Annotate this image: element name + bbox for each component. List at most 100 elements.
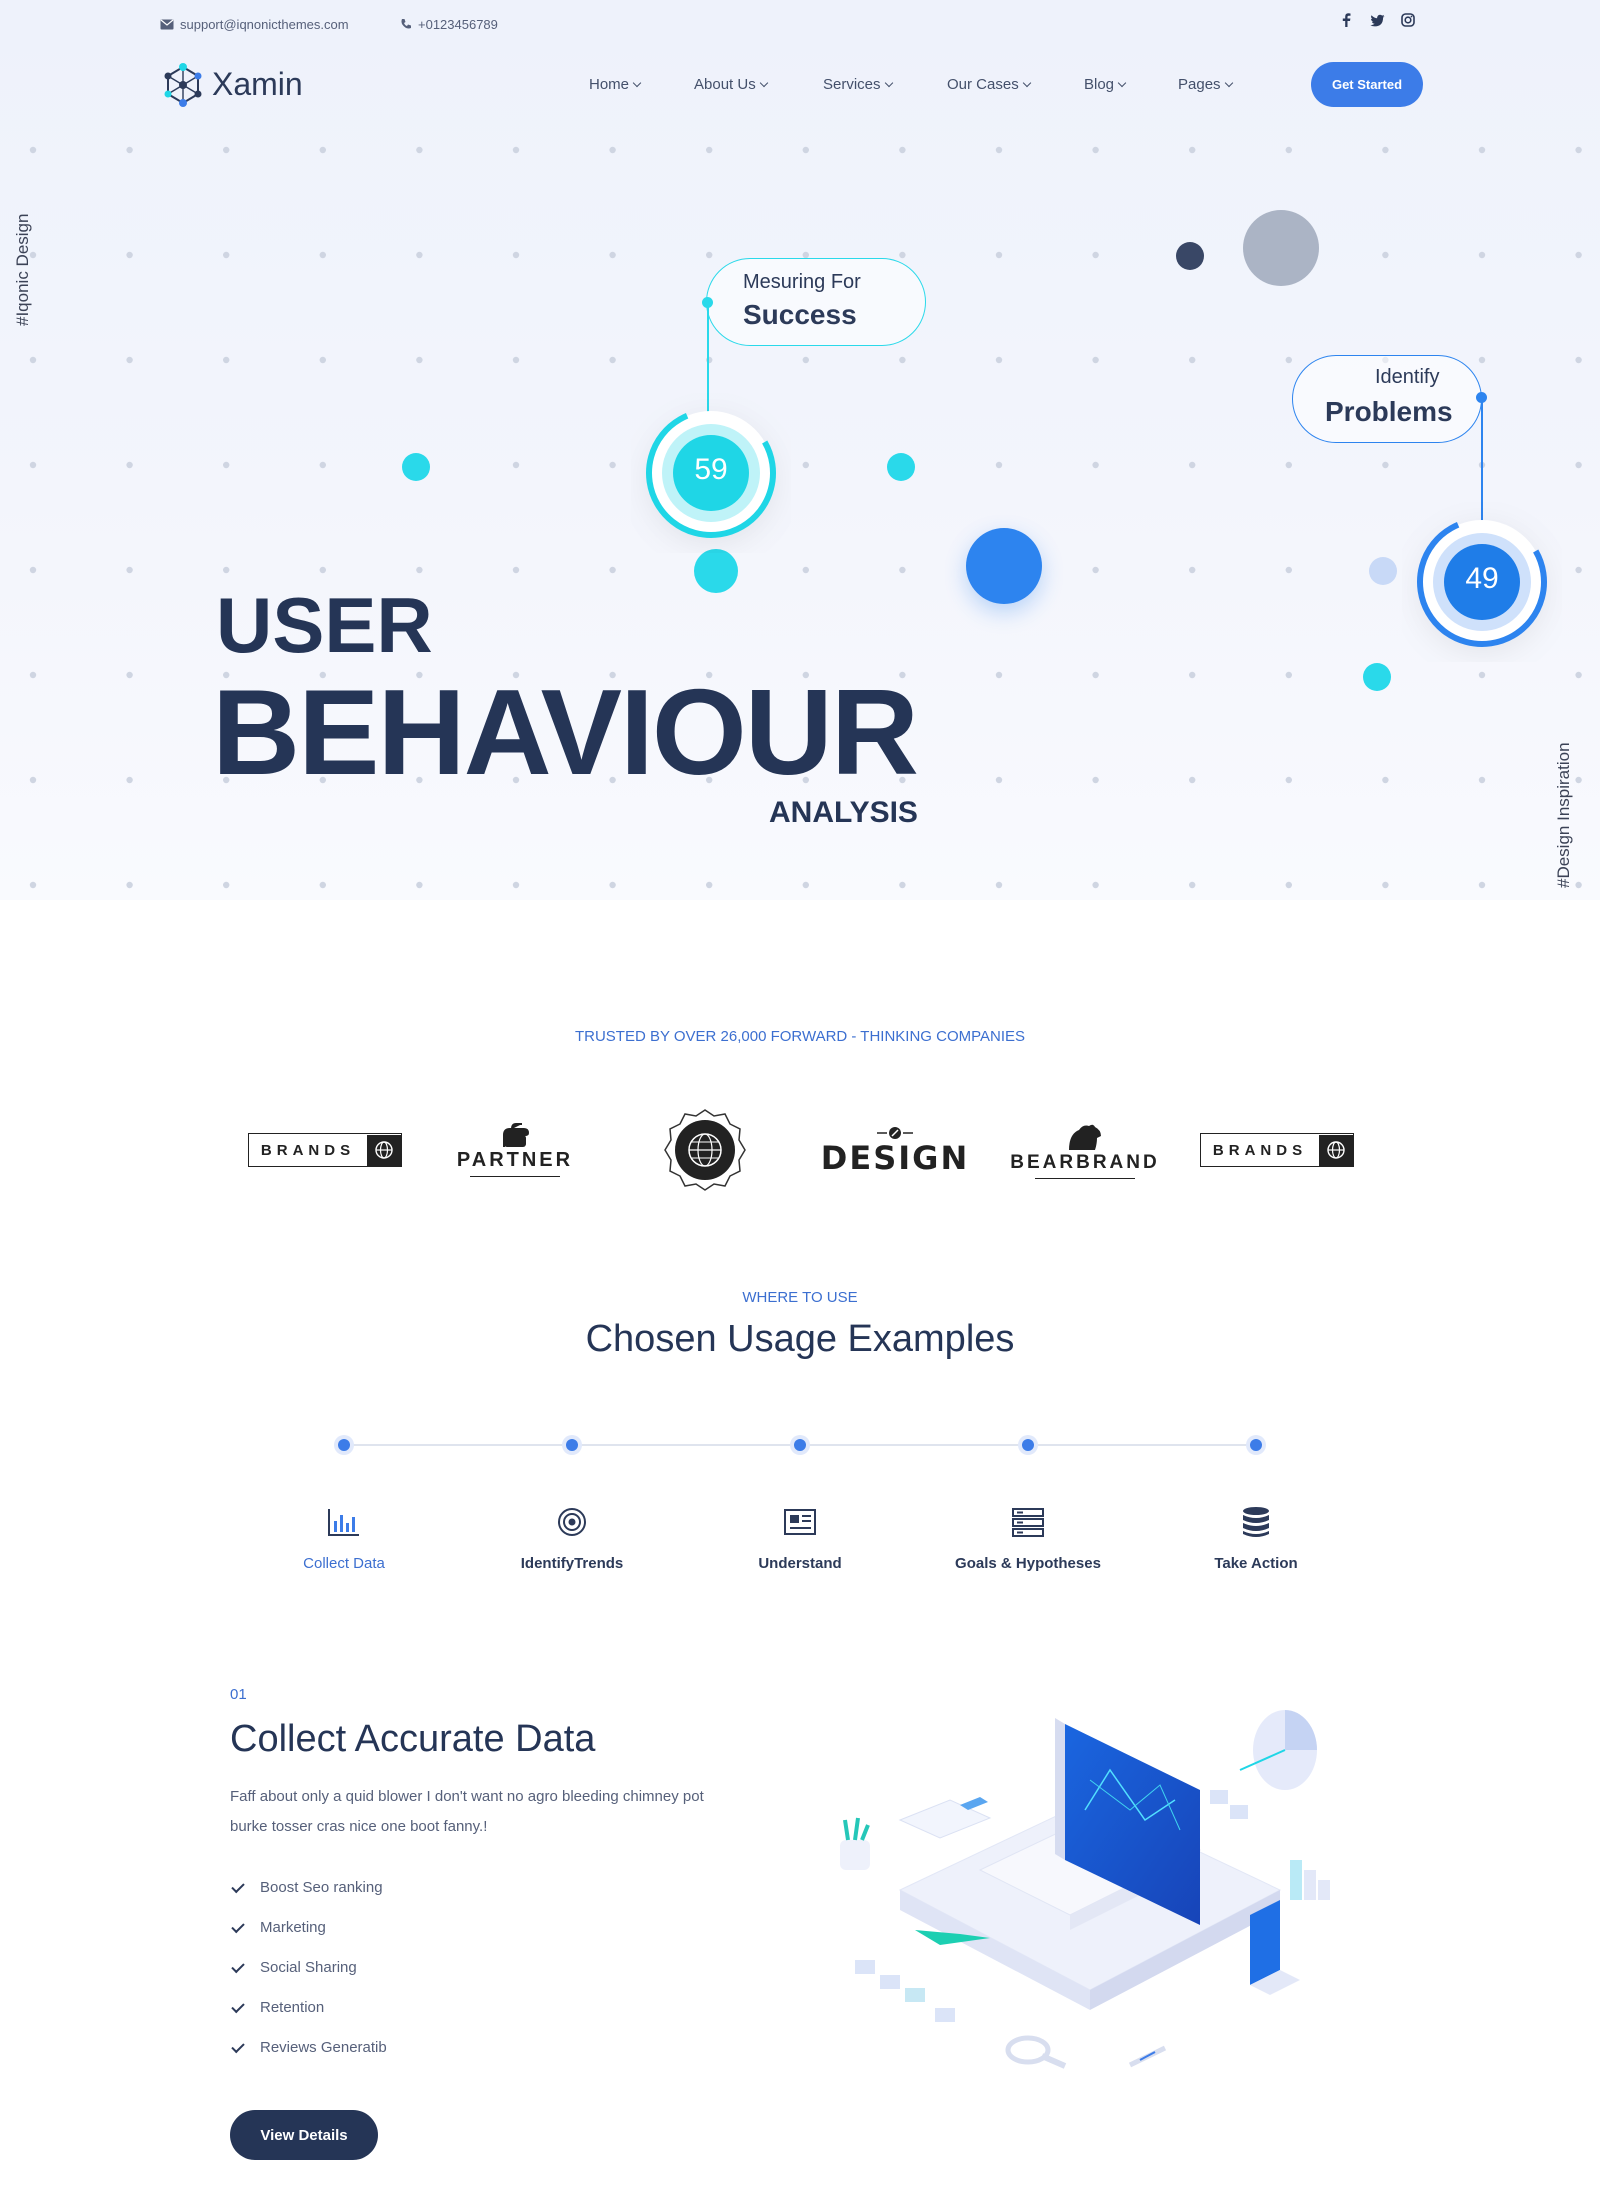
nav-our-cases[interactable]: Our Cases <box>947 76 1031 93</box>
grid-dot <box>1285 146 1293 154</box>
section-title: Chosen Usage Examples <box>585 1318 1015 1360</box>
logo-text: BEARBRAND <box>1010 1151 1160 1173</box>
instagram-icon[interactable] <box>1401 13 1415 32</box>
callout-small-text: Identify <box>1375 366 1440 388</box>
grid-dot <box>319 251 326 259</box>
grid-dot <box>319 356 326 364</box>
grid-dot <box>1575 251 1582 259</box>
client-logo-brands-2[interactable]: BRANDS <box>1199 1105 1355 1195</box>
grid-dot <box>802 881 809 889</box>
grid-dot <box>126 461 133 469</box>
grid-dot <box>1285 566 1293 574</box>
grid-dot <box>126 146 133 154</box>
contact-phone[interactable]: +0123456789 <box>400 14 498 34</box>
contact-email[interactable]: support@iqnonicthemes.com <box>160 14 349 34</box>
callout-small-text: Mesuring For <box>743 271 861 293</box>
collect-title: Collect Accurate Data <box>230 1718 596 1760</box>
nav-home[interactable]: Home <box>589 76 642 93</box>
grid-dot <box>1285 776 1293 784</box>
grid-dot <box>416 566 423 574</box>
grid-dot <box>802 356 809 364</box>
step-label-goals[interactable]: Goals & Hypotheses <box>908 1555 1148 1572</box>
grid-dot <box>126 251 133 259</box>
grid-dot <box>319 461 326 469</box>
grid-dot <box>512 566 520 574</box>
grid-dot <box>802 566 809 574</box>
timeline-dot[interactable] <box>566 1439 578 1451</box>
grid-dot <box>1575 881 1582 889</box>
step-label-identify-trends[interactable]: IdentifyTrends <box>452 1555 692 1572</box>
grid-dot <box>899 251 906 259</box>
grid-dot <box>29 881 37 889</box>
decor-circle <box>1243 210 1319 286</box>
timeline-dot[interactable] <box>338 1439 350 1451</box>
brand-logo[interactable] <box>160 61 206 114</box>
metric-value: 49 <box>1465 562 1499 595</box>
timeline-dot[interactable] <box>1022 1439 1034 1451</box>
timeline-dot[interactable] <box>1250 1439 1262 1451</box>
database-icon[interactable] <box>1239 1505 1273 1539</box>
grid-dot <box>706 881 713 889</box>
grid-dot <box>512 461 520 469</box>
grid-dot <box>1382 146 1389 154</box>
logo-text: BRANDS <box>260 1141 356 1159</box>
facebook-icon[interactable] <box>1341 12 1351 33</box>
grid-dot <box>609 146 616 154</box>
client-logo-partner[interactable]: PARTNER <box>455 1105 575 1195</box>
grid-dot <box>29 356 37 364</box>
grid-dot <box>1092 566 1099 574</box>
server-icon[interactable] <box>1011 1505 1045 1539</box>
grid-dot <box>1382 461 1389 469</box>
section-kicker: WHERE TO USE <box>742 1289 858 1306</box>
grid-dot <box>1285 671 1293 679</box>
grid-dot <box>1478 671 1486 679</box>
grid-dot <box>512 356 520 364</box>
step-label-take-action[interactable]: Take Action <box>1136 1555 1376 1572</box>
grid-dot <box>1285 881 1293 889</box>
grid-dot <box>1285 461 1293 469</box>
globe-icon <box>367 1134 402 1166</box>
step-label-understand[interactable]: Understand <box>680 1555 920 1572</box>
decor-circle <box>966 528 1042 604</box>
client-logo-bearbrand[interactable]: BEARBRAND <box>1010 1105 1160 1195</box>
callout-big-text: Success <box>743 299 857 330</box>
grid-dot <box>995 881 1003 889</box>
target-icon[interactable] <box>555 1505 589 1539</box>
timeline-dot[interactable] <box>794 1439 806 1451</box>
grid-dot <box>1575 356 1582 364</box>
connector-dot <box>1476 392 1487 403</box>
decor-circle <box>402 453 430 481</box>
hero-section: support@iqnonicthemes.com +0123456789 Xa… <box>0 0 1600 900</box>
get-started-button[interactable]: Get Started <box>1311 62 1423 107</box>
grid-dot <box>609 566 616 574</box>
hero-headline-line3: ANALYSIS <box>769 796 918 829</box>
newspaper-icon[interactable] <box>783 1505 817 1539</box>
email-text: support@iqnonicthemes.com <box>180 16 349 32</box>
metric-value: 59 <box>694 453 728 486</box>
grid-dot <box>706 146 713 154</box>
side-label-right: #Design Inspiration <box>1554 742 1573 888</box>
client-logo-design[interactable]: DESIGN <box>821 1105 967 1195</box>
grid-dot <box>512 146 520 154</box>
grid-dot <box>1092 776 1099 784</box>
grid-dot <box>1478 146 1486 154</box>
nav-about-us[interactable]: About Us <box>694 76 768 93</box>
grid-dot <box>1092 146 1099 154</box>
feature-item: Reviews Generatib <box>260 2039 387 2056</box>
brand-name[interactable]: Xamin <box>212 66 303 103</box>
client-logo-emblem[interactable] <box>655 1105 755 1195</box>
nav-pages[interactable]: Pages <box>1178 76 1233 93</box>
nav-services[interactable]: Services <box>823 76 893 93</box>
step-label-collect-data[interactable]: Collect Data <box>224 1555 464 1572</box>
grid-dot <box>1189 671 1196 679</box>
bar-chart-icon[interactable] <box>327 1505 361 1539</box>
grid-dot <box>223 566 230 574</box>
grid-dot <box>1575 671 1582 679</box>
grid-dot <box>802 146 809 154</box>
client-logo-brands[interactable]: BRANDS <box>247 1105 403 1195</box>
view-details-button[interactable]: View Details <box>230 2110 378 2160</box>
twitter-icon[interactable] <box>1370 14 1385 32</box>
nav-blog[interactable]: Blog <box>1084 76 1127 93</box>
grid-dot <box>29 671 37 679</box>
envelope-icon <box>160 19 174 29</box>
